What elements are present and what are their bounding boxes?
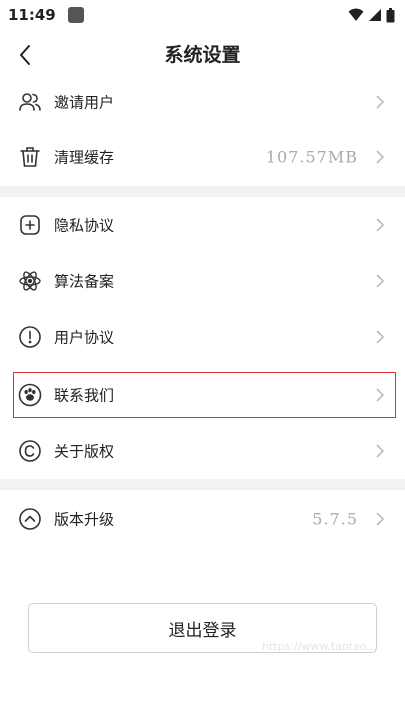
users-icon xyxy=(18,90,42,114)
chevron-right-icon xyxy=(373,93,387,111)
app-notification-icon xyxy=(67,7,84,23)
settings-row-label: 关于版权 xyxy=(54,442,115,461)
settings-row-version-upgrade[interactable]: 版本升级 5.7.5 xyxy=(0,493,405,545)
section-divider xyxy=(0,479,405,490)
settings-row-label: 版本升级 xyxy=(54,510,115,529)
chevron-left-icon xyxy=(20,45,30,65)
chevron-right-icon xyxy=(373,272,387,290)
chevron-right-icon xyxy=(373,328,387,346)
wifi-icon xyxy=(348,8,364,21)
settings-row-label: 联系我们 xyxy=(54,386,115,405)
copyright-icon xyxy=(18,439,42,463)
trash-icon xyxy=(18,145,42,169)
settings-row-invite-users[interactable]: 邀请用户 xyxy=(0,76,405,128)
header: 系统设置 xyxy=(0,34,405,76)
settings-row-label: 清理缓存 xyxy=(54,148,115,167)
cache-size-value: 107.57MB xyxy=(265,147,358,167)
status-time: 11:49 xyxy=(8,6,56,24)
settings-row-label: 邀请用户 xyxy=(54,93,115,112)
chevron-right-icon xyxy=(373,442,387,460)
settings-row-algorithm-filing[interactable]: 算法备案 xyxy=(0,255,405,307)
settings-row-label: 用户协议 xyxy=(54,328,115,347)
section-divider xyxy=(0,186,405,197)
status-indicators xyxy=(348,7,395,23)
page-title: 系统设置 xyxy=(164,44,241,66)
signal-icon xyxy=(369,9,381,21)
plus-square-icon xyxy=(18,213,42,237)
settings-row-about-copyright[interactable]: 关于版权 xyxy=(0,425,405,477)
back-button[interactable] xyxy=(8,38,42,72)
chevron-up-circle-icon xyxy=(18,507,42,531)
status-bar: 11:49 xyxy=(0,0,405,30)
settings-row-label: 算法备案 xyxy=(54,272,115,291)
battery-icon xyxy=(386,7,395,22)
paw-icon xyxy=(18,383,42,407)
version-value: 5.7.5 xyxy=(312,509,358,529)
settings-row-label: 隐私协议 xyxy=(54,216,115,235)
atom-icon xyxy=(18,269,42,293)
settings-row-clear-cache[interactable]: 清理缓存 107.57MB xyxy=(0,131,405,183)
chevron-right-icon xyxy=(373,216,387,234)
settings-row-privacy-policy[interactable]: 隐私协议 xyxy=(0,199,405,251)
alert-circle-icon xyxy=(18,325,42,349)
chevron-right-icon xyxy=(373,510,387,528)
chevron-right-icon xyxy=(373,148,387,166)
settings-row-contact-us[interactable]: 联系我们 xyxy=(0,369,405,421)
settings-row-user-agreement[interactable]: 用户协议 xyxy=(0,311,405,363)
chevron-right-icon xyxy=(373,386,387,404)
logout-button[interactable]: 退出登录 xyxy=(28,603,377,653)
